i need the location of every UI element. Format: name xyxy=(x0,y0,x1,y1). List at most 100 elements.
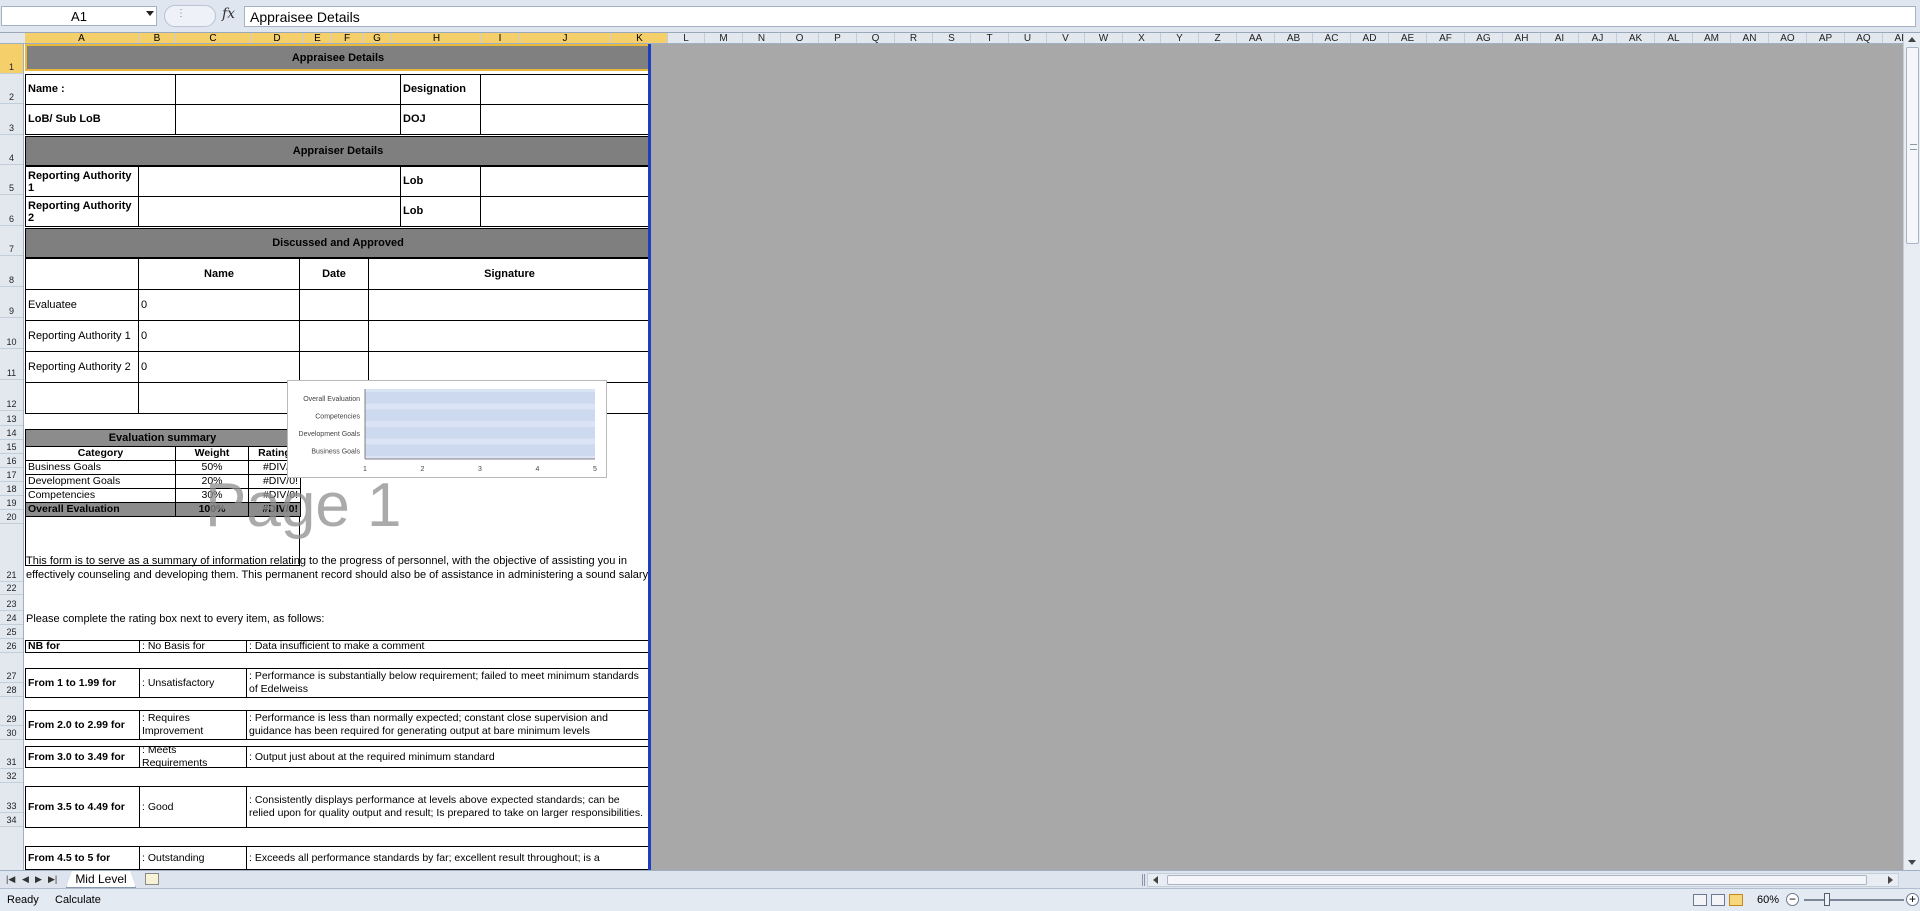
blank-cell[interactable] xyxy=(25,382,139,414)
row-header[interactable]: 25 xyxy=(0,625,23,639)
weight-header[interactable]: Weight xyxy=(175,447,249,461)
column-header[interactable]: AR xyxy=(1883,33,1903,43)
designation-value-cell[interactable] xyxy=(480,74,651,105)
row-header[interactable]: 16 xyxy=(0,454,23,468)
prev-sheet-icon[interactable]: ◀ xyxy=(22,874,29,885)
zoom-out-icon[interactable]: − xyxy=(1786,893,1799,906)
column-header[interactable]: R xyxy=(895,33,933,43)
scroll-left-icon[interactable] xyxy=(1153,876,1158,884)
evaluation-chart[interactable]: Business Goals Development Goals Competenc… xyxy=(287,380,607,478)
rating-range-cell[interactable]: From 2.0 to 2.99 for xyxy=(25,710,140,740)
row-header[interactable]: 4 xyxy=(0,135,23,165)
last-sheet-icon[interactable]: ▶| xyxy=(48,874,57,885)
ra1-name-cell[interactable]: 0 xyxy=(138,320,300,352)
column-header[interactable]: M xyxy=(705,33,743,43)
column-header[interactable]: G xyxy=(363,33,392,43)
row-header[interactable]: 29 xyxy=(0,697,23,726)
row-header[interactable]: 14 xyxy=(0,426,23,440)
row-header[interactable]: 10 xyxy=(0,318,23,349)
ra2-signature-cell[interactable] xyxy=(368,351,651,383)
column-header[interactable]: O xyxy=(781,33,819,43)
column-header[interactable]: Q xyxy=(857,33,895,43)
name-box-dropdown-icon[interactable] xyxy=(146,11,154,16)
column-header[interactable]: I xyxy=(482,33,519,43)
column-header[interactable]: AH xyxy=(1503,33,1541,43)
row-header[interactable]: 7 xyxy=(0,226,23,256)
rating-description-cell[interactable]: : Performance is substantially below req… xyxy=(246,668,650,698)
row-header[interactable]: 18 xyxy=(0,482,23,496)
rating-label-cell[interactable]: : Requires Improvement xyxy=(139,710,247,740)
column-header[interactable]: AI xyxy=(1541,33,1579,43)
column-header[interactable]: C xyxy=(176,33,251,43)
rating-range-cell[interactable]: From 3.5 to 4.49 for xyxy=(25,786,140,828)
ra2-row-label[interactable]: Reporting Authority 2 xyxy=(25,351,139,383)
row-header[interactable]: 31 xyxy=(0,740,23,769)
vertical-scroll-thumb[interactable] xyxy=(1906,47,1919,244)
scroll-down-icon[interactable] xyxy=(1908,860,1916,865)
column-header[interactable]: AA xyxy=(1237,33,1275,43)
column-header[interactable]: Z xyxy=(1199,33,1237,43)
instruction-text[interactable]: Please complete the rating box next to e… xyxy=(26,612,324,626)
evaluatee-name-cell[interactable]: 0 xyxy=(138,289,300,321)
rating-label-cell[interactable]: : Unsatisfactory xyxy=(139,668,247,698)
lob-label[interactable]: LoB/ Sub LoB xyxy=(25,104,176,135)
rating-range-cell[interactable]: NB for xyxy=(25,640,140,653)
column-header[interactable]: P xyxy=(819,33,857,43)
row-header[interactable]: 23 xyxy=(0,595,23,611)
evaluation-summary-title[interactable]: Evaluation summary xyxy=(25,429,300,447)
rating-description-cell[interactable]: : Consistently displays performance at l… xyxy=(246,786,650,828)
column-header[interactable]: S xyxy=(933,33,971,43)
row-header[interactable]: 13 xyxy=(0,411,23,426)
rating-label-cell[interactable]: : No Basis for xyxy=(139,640,247,653)
ra2-date-cell[interactable] xyxy=(299,351,369,383)
ra1-value-cell[interactable] xyxy=(138,166,401,197)
col-name-header[interactable]: Name xyxy=(138,258,300,290)
col-date-header[interactable]: Date xyxy=(299,258,369,290)
column-header[interactable]: AF xyxy=(1427,33,1465,43)
ra1-lob-label[interactable]: Lob xyxy=(400,166,481,197)
insert-function-icon[interactable]: fx xyxy=(222,6,235,22)
vertical-scrollbar[interactable] xyxy=(1903,33,1920,870)
category-cell[interactable]: Business Goals xyxy=(25,461,176,475)
horizontal-scrollbar[interactable] xyxy=(1147,873,1899,887)
first-sheet-icon[interactable]: |◀ xyxy=(6,874,15,885)
column-header[interactable]: D xyxy=(251,33,304,43)
column-header[interactable]: AQ xyxy=(1845,33,1883,43)
row-header[interactable]: 11 xyxy=(0,349,23,380)
row-header[interactable]: 32 xyxy=(0,769,23,783)
appraiser-details-header[interactable]: Appraiser Details xyxy=(25,136,651,166)
name-value-cell[interactable] xyxy=(175,74,401,105)
lob-value-cell[interactable] xyxy=(175,104,401,135)
row-header[interactable]: 34 xyxy=(0,813,23,827)
column-header[interactable]: A xyxy=(25,33,139,43)
row-header[interactable]: 9 xyxy=(0,287,23,318)
column-header[interactable]: W xyxy=(1085,33,1123,43)
rating-description-cell[interactable]: : Performance is less than normally expe… xyxy=(246,710,650,740)
col-signature-header[interactable]: Signature xyxy=(368,258,651,290)
evaluatee-signature-cell[interactable] xyxy=(368,289,651,321)
column-header[interactable]: AD xyxy=(1351,33,1389,43)
tab-split-handle[interactable] xyxy=(1142,874,1145,886)
page-break-preview-icon[interactable] xyxy=(1729,894,1743,906)
category-header[interactable]: Category xyxy=(25,447,176,461)
ra1-lob-value-cell[interactable] xyxy=(480,166,651,197)
overall-category-cell[interactable]: Overall Evaluation xyxy=(25,503,176,517)
ra2-lob-value-cell[interactable] xyxy=(480,196,651,227)
reporting-authority-2-label[interactable]: Reporting Authority 2 xyxy=(25,196,139,227)
column-header[interactable]: Y xyxy=(1161,33,1199,43)
row-header[interactable]: 17 xyxy=(0,468,23,482)
evaluatee-label[interactable]: Evaluatee xyxy=(25,289,139,321)
formula-bar-resize-icon[interactable]: ⋮ xyxy=(176,8,187,19)
name-label[interactable]: Name : xyxy=(25,74,176,105)
ra2-lob-label[interactable]: Lob xyxy=(400,196,481,227)
rating-label-cell[interactable]: : Outstanding xyxy=(139,846,247,870)
designation-label[interactable]: Designation xyxy=(400,74,481,105)
row-header[interactable]: 21 xyxy=(0,524,23,582)
rating-description-cell[interactable]: : Exceeds all performance standards by f… xyxy=(246,846,650,870)
blank-cell[interactable] xyxy=(25,258,139,290)
ra1-date-cell[interactable] xyxy=(299,320,369,352)
doj-label[interactable]: DOJ xyxy=(400,104,481,135)
row-header[interactable]: 30 xyxy=(0,726,23,740)
outside-page-area[interactable] xyxy=(651,44,1903,870)
rating-description-cell[interactable]: : Data insufficient to make a comment xyxy=(246,640,650,653)
